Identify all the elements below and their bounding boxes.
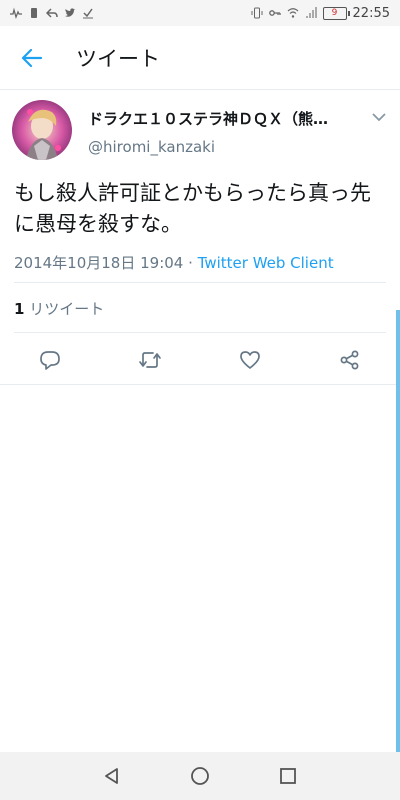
retweet-icon <box>139 352 161 368</box>
avatar-image <box>12 100 72 160</box>
chevron-down-icon[interactable] <box>370 108 388 126</box>
reply-button[interactable] <box>38 348 62 372</box>
share-button[interactable] <box>338 348 362 372</box>
square-recents-icon <box>280 768 296 784</box>
nav-home-button[interactable] <box>188 764 212 788</box>
retweet-count: 1 <box>14 300 25 318</box>
reply-icon <box>46 8 58 18</box>
tweet-bottom-border <box>0 384 400 385</box>
status-left-icons <box>10 7 94 19</box>
heart-icon <box>240 351 260 369</box>
tweet-text: もし殺人許可証とかもらったら真っ先に愚母を殺すな。 <box>14 181 371 236</box>
tweet-timestamp: 2014年10月18日 19:04 <box>14 254 184 272</box>
activity-icon <box>10 7 22 19</box>
avatar[interactable] <box>12 100 72 160</box>
retweet-count-row[interactable]: 1 リツイート <box>14 298 104 319</box>
status-bar: 9 22:55 <box>0 0 400 26</box>
tweet-meta: 2014年10月18日 19:04 · Twitter Web Client <box>14 252 400 273</box>
author-handle[interactable]: @hiromi_kanzaki <box>88 138 215 156</box>
tweet-actions <box>0 332 400 388</box>
circle-home-icon <box>191 767 209 785</box>
meta-separator: · <box>183 254 198 272</box>
author-name[interactable]: ドラクエ１０ステラ神ＤＱＸ（熊… <box>88 108 353 129</box>
header: ツイート <box>0 26 400 90</box>
tweet-detail: ドラクエ１０ステラ神ＤＱＸ（熊… @hiromi_kanzaki もし殺人許可証… <box>0 90 400 370</box>
battery-icon: 9 <box>322 6 350 20</box>
like-button[interactable] <box>238 348 262 372</box>
vibrate-icon <box>251 7 263 19</box>
battery-level: 9 <box>331 8 338 18</box>
key-icon <box>268 10 281 16</box>
wifi-icon <box>287 8 298 18</box>
share-icon <box>340 350 359 370</box>
nav-back-button[interactable] <box>100 764 124 788</box>
status-right-icons: 9 22:55 <box>251 6 390 21</box>
sim-icon <box>31 8 37 18</box>
tweet-client-link[interactable]: Twitter Web Client <box>198 254 334 272</box>
retweet-label: リツイート <box>29 300 105 318</box>
nav-recents-button[interactable] <box>276 764 300 788</box>
triangle-back-icon <box>105 768 118 784</box>
page-title: ツイート <box>76 46 160 71</box>
check-icon <box>83 8 93 19</box>
back-arrow-icon <box>21 48 43 67</box>
twitter-icon <box>65 8 76 17</box>
retweet-button[interactable] <box>138 348 162 372</box>
scrollbar[interactable] <box>396 310 400 755</box>
back-button[interactable] <box>0 26 64 90</box>
divider <box>14 282 386 283</box>
clock: 22:55 <box>352 5 390 21</box>
author-row: ドラクエ１０ステラ神ＤＱＸ（熊… @hiromi_kanzaki <box>0 90 400 168</box>
signal-icon <box>305 7 317 18</box>
navigation-bar <box>0 752 400 800</box>
reply-icon <box>40 351 60 370</box>
